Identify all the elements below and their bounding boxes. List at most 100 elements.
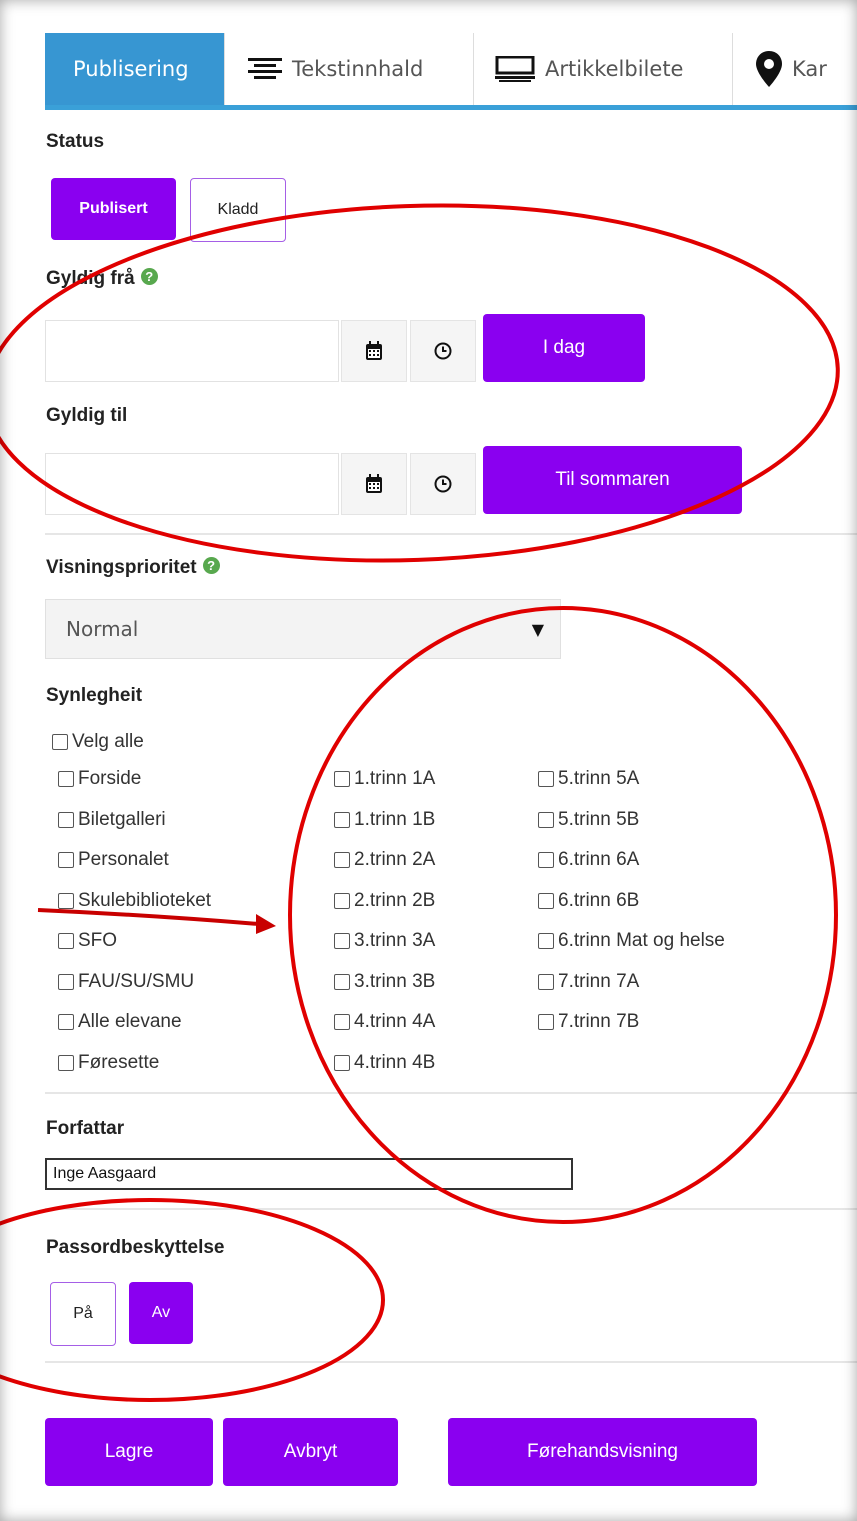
visibility-checkbox[interactable]: 2.trinn 2A <box>334 849 435 871</box>
checkbox-label: 7.trinn 7B <box>558 1011 640 1032</box>
visibility-checkbox[interactable]: 7.trinn 7B <box>538 1011 639 1033</box>
visibility-checkbox[interactable]: 1.trinn 1A <box>334 768 435 790</box>
checkbox-box[interactable] <box>58 811 74 828</box>
checkbox-box[interactable] <box>334 933 350 949</box>
checkbox-label: 6.trinn 6A <box>558 849 640 870</box>
checkbox-box[interactable] <box>334 1014 350 1030</box>
checkbox-box[interactable] <box>58 892 74 909</box>
checkbox-box[interactable] <box>334 1054 350 1071</box>
checkbox-label: 4.trinn 4A <box>354 1011 436 1032</box>
visibility-checkbox[interactable]: Forside <box>58 768 141 790</box>
checkbox-label: 6.trinn 6B <box>558 889 640 911</box>
select-all-checkbox[interactable]: Velg alle <box>52 731 144 753</box>
checkbox-box[interactable] <box>334 973 350 990</box>
tab-bar: Publisering Tekstinnhald Artikkelbilete … <box>45 33 857 110</box>
valid-to-input[interactable] <box>45 453 339 515</box>
visibility-checkbox[interactable]: 5.trinn 5A <box>538 768 639 790</box>
visibility-checkbox[interactable]: 7.trinn 7A <box>538 971 639 993</box>
checkbox-box[interactable] <box>334 892 350 909</box>
checkbox-box[interactable] <box>538 811 554 828</box>
checkbox-box[interactable] <box>334 771 350 787</box>
draft-button[interactable]: Kladd <box>190 178 286 242</box>
today-button[interactable]: I dag <box>483 314 645 382</box>
checkbox-box[interactable] <box>538 973 554 990</box>
published-button[interactable]: Publisert <box>51 178 176 240</box>
valid-from-heading: Gyldig frå? <box>46 268 158 290</box>
checkbox-box[interactable] <box>538 933 554 949</box>
text-lines-icon <box>248 58 282 79</box>
visibility-checkbox[interactable]: 4.trinn 4A <box>334 1011 435 1033</box>
visibility-heading: Synlegheit <box>46 685 143 706</box>
checkbox-box[interactable] <box>58 852 74 868</box>
status-heading: Status <box>46 131 105 152</box>
checkbox-box[interactable] <box>52 734 68 750</box>
help-icon[interactable]: ? <box>202 557 220 574</box>
password-on-button[interactable]: På <box>50 1282 116 1346</box>
checkbox-box[interactable] <box>58 973 74 990</box>
priority-selected: Normal <box>66 617 139 641</box>
tab-kart[interactable]: Kar <box>734 33 857 105</box>
visibility-checkbox[interactable]: FAU/SU/SMU <box>58 971 194 993</box>
visibility-checkbox[interactable]: 2.trinn 2B <box>334 890 435 912</box>
calendar-icon <box>366 474 382 493</box>
checkbox-label: Velg alle <box>72 731 144 752</box>
checkbox-label: Forside <box>78 768 142 789</box>
checkbox-label: 1.trinn 1A <box>354 768 436 789</box>
checkbox-label: 3.trinn 3A <box>354 930 436 951</box>
visibility-checkbox[interactable]: 1.trinn 1B <box>334 809 435 831</box>
visibility-checkbox[interactable]: Personalet <box>58 849 169 871</box>
author-heading: Forfattar <box>46 1118 125 1139</box>
clock-icon <box>434 475 452 493</box>
annotation-ellipse-visibility <box>288 606 838 1224</box>
checkbox-label: SFO <box>78 930 118 951</box>
visibility-checkbox[interactable]: 6.trinn Mat og helse <box>538 930 725 952</box>
to-summer-button[interactable]: Til sommaren <box>483 446 742 514</box>
checkbox-label: Alle elevane <box>78 1011 182 1032</box>
visibility-checkbox[interactable]: 3.trinn 3A <box>334 930 435 952</box>
save-button[interactable]: Lagre <box>45 1418 213 1486</box>
visibility-checkbox[interactable]: 6.trinn 6B <box>538 890 639 912</box>
valid-from-input[interactable] <box>45 320 339 382</box>
visibility-checkbox[interactable]: Skulebiblioteket <box>58 890 211 912</box>
tab-tekstinnhald[interactable]: Tekstinnhald <box>226 33 474 105</box>
checkbox-box[interactable] <box>538 892 554 909</box>
annotation-ellipse-dates <box>0 203 840 563</box>
checkbox-box[interactable] <box>334 852 350 868</box>
checkbox-box[interactable] <box>538 771 554 787</box>
cancel-button[interactable]: Avbryt <box>223 1418 398 1486</box>
checkbox-box[interactable] <box>538 852 554 868</box>
visibility-checkbox[interactable]: Alle elevane <box>58 1011 182 1033</box>
visibility-checkbox[interactable]: Biletgalleri <box>58 809 166 831</box>
tab-artikkelbilete[interactable]: Artikkelbilete <box>475 33 733 105</box>
divider <box>45 1092 857 1094</box>
visibility-checkbox[interactable]: SFO <box>58 930 117 952</box>
checkbox-label: 7.trinn 7A <box>558 970 640 992</box>
checkbox-label: FAU/SU/SMU <box>78 970 195 992</box>
calendar-button[interactable] <box>341 320 407 382</box>
checkbox-box[interactable] <box>58 1054 74 1071</box>
time-button[interactable] <box>410 453 476 515</box>
checkbox-box[interactable] <box>58 1014 74 1030</box>
help-icon[interactable]: ? <box>140 268 158 285</box>
preview-button[interactable]: Førehandsvisning <box>448 1418 757 1486</box>
tab-publisering[interactable]: Publisering <box>45 33 225 105</box>
checkbox-label: 3.trinn 3B <box>354 970 436 992</box>
priority-heading: Visningsprioritet? <box>46 557 220 579</box>
tab-label: Publisering <box>73 57 189 81</box>
visibility-checkbox[interactable]: 5.trinn 5B <box>538 809 639 831</box>
time-button[interactable] <box>410 320 476 382</box>
password-off-button[interactable]: Av <box>129 1282 193 1344</box>
divider <box>45 1208 857 1210</box>
checkbox-box[interactable] <box>538 1014 554 1030</box>
priority-select[interactable]: Normal ▼ <box>45 599 561 659</box>
checkbox-box[interactable] <box>58 771 74 787</box>
checkbox-box[interactable] <box>334 811 350 828</box>
visibility-checkbox[interactable]: 4.trinn 4B <box>334 1052 435 1074</box>
visibility-checkbox[interactable]: Føresette <box>58 1052 159 1074</box>
visibility-checkbox[interactable]: 3.trinn 3B <box>334 971 435 993</box>
calendar-button[interactable] <box>341 453 407 515</box>
author-input[interactable]: Inge Aasgaard <box>45 1158 573 1190</box>
tab-label: Artikkelbilete <box>545 57 684 81</box>
checkbox-box[interactable] <box>58 933 74 949</box>
visibility-checkbox[interactable]: 6.trinn 6A <box>538 849 639 871</box>
